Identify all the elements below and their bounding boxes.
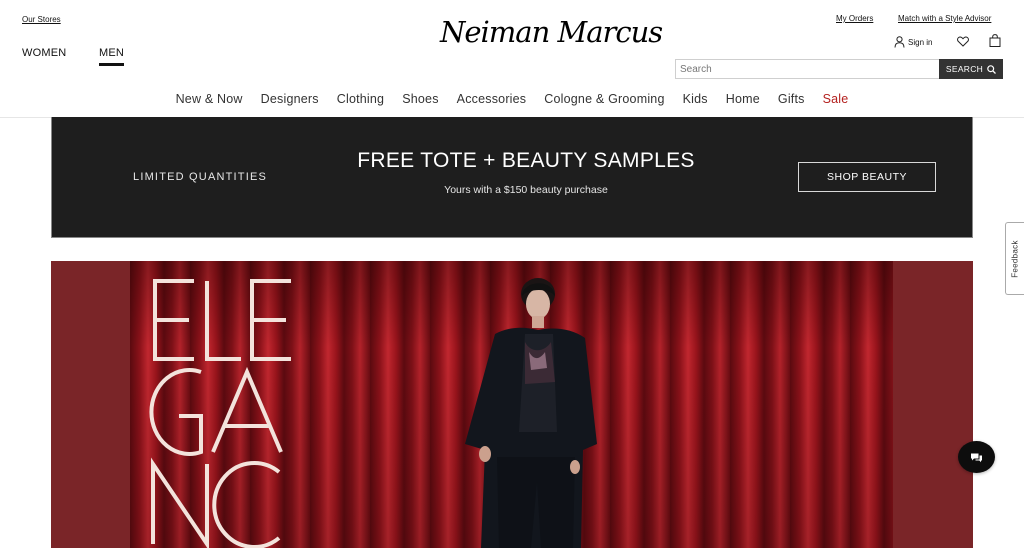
nav-item-new-now[interactable]: New & Now: [176, 92, 243, 110]
main-nav: New & Now Designers Clothing Shoes Acces…: [0, 92, 1024, 110]
search-button[interactable]: SEARCH: [939, 59, 1003, 79]
my-orders-link[interactable]: My Orders: [836, 14, 873, 23]
nav-item-clothing[interactable]: Clothing: [337, 92, 384, 110]
hero-wordmark-elegance: [149, 279, 291, 548]
promo-limited-label: LIMITED QUANTITIES: [133, 171, 268, 183]
shopping-bag-icon[interactable]: [989, 34, 1001, 47]
nav-item-home[interactable]: Home: [726, 92, 760, 110]
nav-item-designers[interactable]: Designers: [261, 92, 319, 110]
search-input[interactable]: [675, 59, 940, 79]
search-icon: [987, 64, 997, 74]
nav-item-sale[interactable]: Sale: [823, 92, 849, 110]
chat-button[interactable]: [958, 441, 995, 473]
search-button-label: SEARCH: [945, 64, 984, 74]
feedback-label: Feedback: [1010, 239, 1020, 278]
nav-item-accessories[interactable]: Accessories: [457, 92, 527, 110]
nav-item-cologne-grooming[interactable]: Cologne & Grooming: [544, 92, 664, 110]
nav-item-gifts[interactable]: Gifts: [778, 92, 805, 110]
sign-in-label: Sign in: [908, 37, 933, 47]
feedback-tab[interactable]: Feedback: [1005, 222, 1024, 295]
promo-subtitle: Yours with a $150 beauty purchase: [444, 184, 608, 196]
tab-women[interactable]: WOMEN: [22, 47, 66, 59]
chat-icon: [971, 453, 982, 462]
tab-men[interactable]: MEN: [99, 47, 125, 66]
shop-beauty-button[interactable]: SHOP BEAUTY: [798, 162, 936, 192]
style-advisor-link[interactable]: Match with a Style Advisor: [898, 14, 991, 23]
sign-in-button[interactable]: Sign in: [894, 35, 932, 49]
nav-item-shoes[interactable]: Shoes: [402, 92, 438, 110]
model-photo: [465, 278, 597, 548]
brand-logo[interactable]: Neiman Marcus: [440, 4, 663, 60]
our-stores-link[interactable]: Our Stores: [22, 15, 61, 24]
promo-title: FREE TOTE + BEAUTY SAMPLES: [357, 149, 695, 172]
nav-item-kids[interactable]: Kids: [683, 92, 708, 110]
user-icon: [894, 36, 905, 48]
heart-icon[interactable]: [957, 36, 969, 47]
